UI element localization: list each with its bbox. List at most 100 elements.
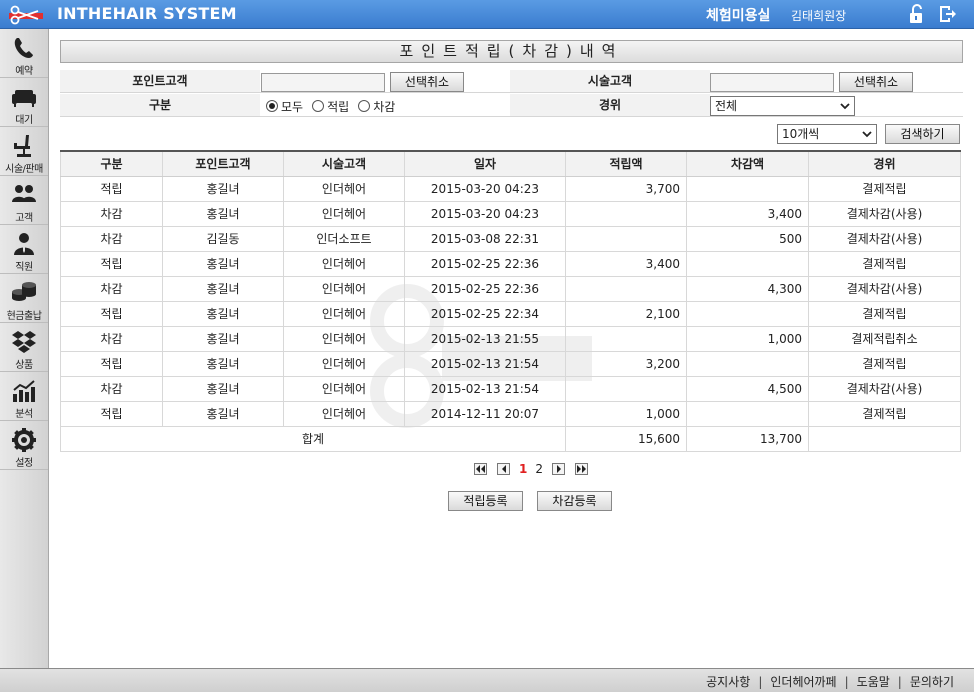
points-history-table: 구분 포인트고객 시술고객 일자 적립액 차감액 경위 적립 홍길녀 인더헤어 201… <box>60 150 961 452</box>
cell-route: 결제적립 <box>808 400 961 427</box>
service-customer-clear-button[interactable]: 선택취소 <box>839 72 913 92</box>
cell-route: 결제적립 <box>808 175 961 202</box>
cell-date: 2015-02-13 21:55 <box>404 325 566 352</box>
cell-deducted: 3,400 <box>686 200 809 227</box>
route-label: 경위 <box>510 94 710 116</box>
type-radio-all[interactable]: 모두 <box>266 98 303 115</box>
sidebar-item-settings[interactable]: 설정 <box>0 421 48 470</box>
sidebar-item-staff[interactable]: 직원 <box>0 225 48 274</box>
type-radio-deduct[interactable]: 차감 <box>358 98 395 115</box>
cell-earned: 1,000 <box>565 400 687 427</box>
unlock-icon[interactable] <box>907 4 927 24</box>
cell-service-customer: 인더헤어 <box>283 350 405 377</box>
route-select[interactable]: 전체 <box>710 96 855 116</box>
next-page-button[interactable] <box>552 463 565 475</box>
cell-earned <box>565 225 687 252</box>
table-row[interactable]: 적립 홍길녀 인더헤어 2015-02-25 22:34 2,100 결제적립 <box>60 300 961 327</box>
type-radio-earn[interactable]: 적립 <box>312 98 349 115</box>
sidebar-item-customers[interactable]: 고객 <box>0 176 48 225</box>
cell-route: 결제적립 <box>808 250 961 277</box>
search-button[interactable]: 검색하기 <box>885 124 960 144</box>
cell-earned <box>565 325 687 352</box>
cell-service-customer: 인더헤어 <box>283 250 405 277</box>
page-title: 포인트적립(차감)내역 <box>60 40 963 63</box>
service-customer-input[interactable] <box>710 73 834 92</box>
sidebar-item-reservation[interactable]: 예약 <box>0 29 48 78</box>
column-header: 일자 <box>404 150 566 177</box>
sidebar-item-products[interactable]: 상품 <box>0 323 48 372</box>
cell-deducted: 4,300 <box>686 275 809 302</box>
dropbox-icon <box>12 331 36 353</box>
earn-register-button[interactable]: 적립등록 <box>448 491 523 511</box>
gear-icon <box>12 428 36 452</box>
scissors-logo-icon <box>9 5 43 25</box>
cell-earned <box>565 200 687 227</box>
table-row[interactable]: 적립 홍길녀 인더헤어 2014-12-11 20:07 1,000 결제적립 <box>60 400 961 427</box>
page-link-2[interactable]: 2 <box>535 462 543 476</box>
filter-row-type: 구분 모두 적립 차감 경위 전체 <box>60 94 963 117</box>
cell-earned: 3,200 <box>565 350 687 377</box>
table-row[interactable]: 차감 홍길녀 인더헤어 2015-02-13 21:55 1,000 결제적립취소 <box>60 325 961 352</box>
cell-deducted: 4,500 <box>686 375 809 402</box>
cell-type: 적립 <box>60 300 163 327</box>
cell-date: 2015-02-13 21:54 <box>404 350 566 377</box>
first-page-button[interactable] <box>474 463 487 475</box>
footer-link-help[interactable]: 도움말 <box>857 675 890 689</box>
cell-service-customer: 인더소프트 <box>283 225 405 252</box>
cell-deducted <box>686 350 809 377</box>
column-header: 포인트고객 <box>162 150 284 177</box>
table-row[interactable]: 차감 홍길녀 인더헤어 2015-02-13 21:54 4,500 결제차감(사용) <box>60 375 961 402</box>
last-page-button[interactable] <box>575 463 588 475</box>
radio-unchecked-icon <box>358 100 371 112</box>
cell-route: 결제차감(사용) <box>808 275 961 302</box>
cell-type: 차감 <box>60 200 163 227</box>
cell-route: 결제적립 <box>808 350 961 377</box>
pagination: 1 2 <box>469 462 593 476</box>
deduct-register-button[interactable]: 차감등록 <box>537 491 612 511</box>
point-customer-input[interactable] <box>261 73 385 92</box>
table-row[interactable]: 적립 홍길녀 인더헤어 2015-02-13 21:54 3,200 결제적립 <box>60 350 961 377</box>
cell-service-customer: 인더헤어 <box>283 300 405 327</box>
cell-route: 결제적립취소 <box>808 325 961 352</box>
table-row[interactable]: 적립 홍길녀 인더헤어 2015-03-20 04:23 3,700 결제적립 <box>60 175 961 202</box>
total-empty-cell <box>808 425 961 452</box>
table-row[interactable]: 적립 홍길녀 인더헤어 2015-02-25 22:36 3,400 결제적립 <box>60 250 961 277</box>
column-header: 시술고객 <box>283 150 405 177</box>
cell-date: 2015-02-25 22:36 <box>404 250 566 277</box>
type-radio-group: 모두 적립 차감 <box>266 97 404 115</box>
cell-deducted: 500 <box>686 225 809 252</box>
cell-earned: 2,100 <box>565 300 687 327</box>
cell-point-customer: 김길동 <box>162 225 284 252</box>
point-customer-label: 포인트고객 <box>60 70 260 92</box>
sidebar-item-label: 예약 <box>15 66 33 77</box>
point-customer-clear-button[interactable]: 선택취소 <box>390 72 464 92</box>
column-header: 구분 <box>60 150 163 177</box>
footer-link-contact[interactable]: 문의하기 <box>910 675 954 689</box>
cell-service-customer: 인더헤어 <box>283 325 405 352</box>
cell-point-customer: 홍길녀 <box>162 400 284 427</box>
table-row[interactable]: 차감 홍길녀 인더헤어 2015-03-20 04:23 3,400 결제차감(사용) <box>60 200 961 227</box>
prev-page-button[interactable] <box>497 463 510 475</box>
cell-service-customer: 인더헤어 <box>283 200 405 227</box>
table-row[interactable]: 차감 홍길녀 인더헤어 2015-02-25 22:36 4,300 결제차감(사용) <box>60 275 961 302</box>
table-row[interactable]: 차감 김길동 인더소프트 2015-03-08 22:31 500 결제차감(사용) <box>60 225 961 252</box>
cell-service-customer: 인더헤어 <box>283 400 405 427</box>
page-link-1[interactable]: 1 <box>519 462 527 476</box>
footer-link-cafe[interactable]: 인더헤어까페 <box>770 675 836 689</box>
staff-icon <box>14 233 34 255</box>
column-header: 차감액 <box>686 150 809 177</box>
logout-icon[interactable] <box>937 4 957 24</box>
footer-link-notice[interactable]: 공지사항 <box>706 675 750 689</box>
sidebar-item-cash[interactable]: 현금출납 <box>0 274 48 323</box>
cell-service-customer: 인더헤어 <box>283 175 405 202</box>
sidebar: 예약 대기 시술/판매 고객 직원 현금출납 상품 분석 설정 <box>0 29 49 668</box>
sidebar-item-analytics[interactable]: 분석 <box>0 372 48 421</box>
sidebar-item-label: 상품 <box>15 360 33 371</box>
cell-point-customer: 홍길녀 <box>162 175 284 202</box>
sidebar-item-waiting[interactable]: 대기 <box>0 78 48 127</box>
cell-route: 결제차감(사용) <box>808 200 961 227</box>
cell-point-customer: 홍길녀 <box>162 250 284 277</box>
page-size-select[interactable]: 10개씩 <box>777 124 877 144</box>
sidebar-item-service-sales[interactable]: 시술/판매 <box>0 127 48 176</box>
chevron-left-icon <box>501 465 506 473</box>
